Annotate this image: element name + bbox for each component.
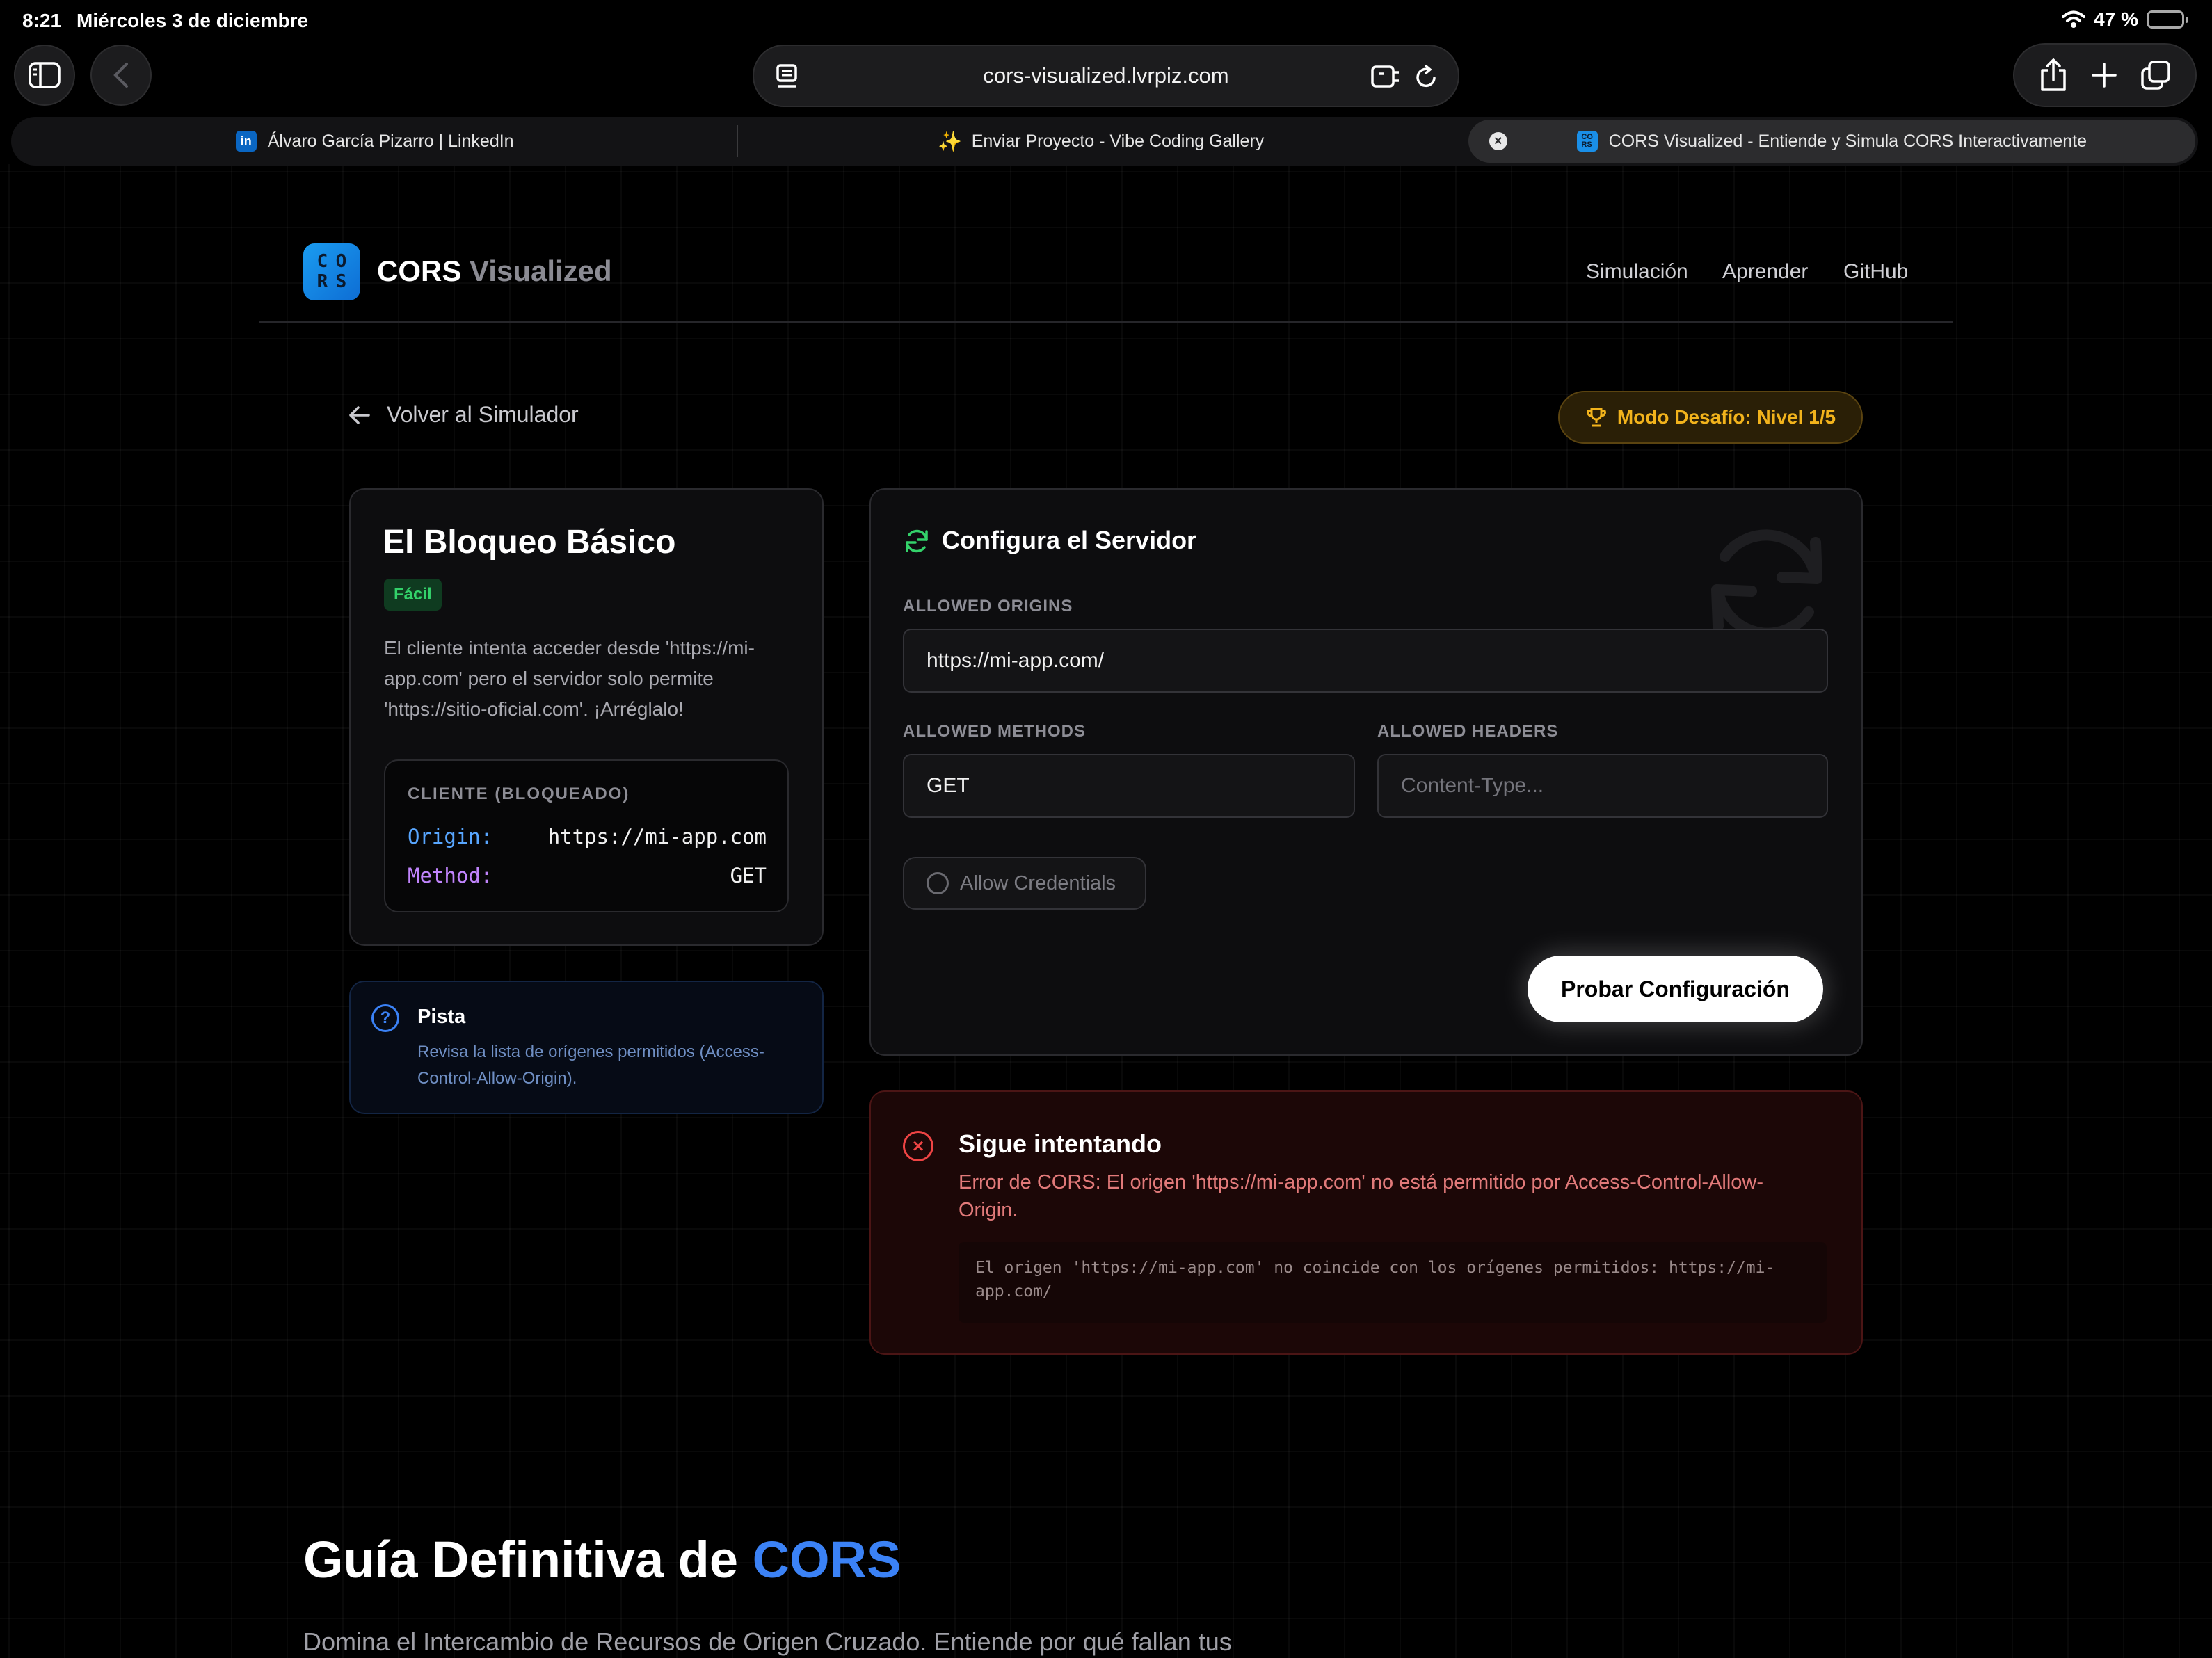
guide-title-main: Guía Definitiva de: [303, 1531, 739, 1588]
tab-label: CORS Visualized - Entiende y Simula CORS…: [1608, 131, 2087, 151]
tab-bar: in Álvaro García Pizarro | LinkedIn ✨ En…: [11, 117, 2198, 166]
radio-unchecked-icon: [927, 872, 949, 894]
reload-icon[interactable]: [1413, 64, 1438, 90]
chevron-left-icon: [113, 63, 128, 88]
page-menu-icon[interactable]: [775, 63, 800, 90]
logo-letter: R: [316, 271, 328, 292]
arrow-left-icon: [349, 405, 370, 424]
allow-credentials-toggle[interactable]: Allow Credentials: [903, 857, 1146, 910]
brand-main: CORS: [377, 255, 462, 287]
url-text: cors-visualized.lvrpiz.com: [983, 63, 1229, 88]
difficulty-badge: Fácil: [384, 579, 442, 611]
nav-simulacion[interactable]: Simulación: [1586, 260, 1688, 284]
allowed-methods-label: ALLOWED METHODS: [903, 722, 1086, 741]
allowed-origins-input[interactable]: https://mi-app.com/: [903, 629, 1828, 693]
error-title: Sigue intentando: [959, 1129, 1162, 1158]
logo-letter: O: [335, 251, 347, 272]
nav-github[interactable]: GitHub: [1843, 260, 1908, 284]
tab-cors-visualized[interactable]: × CO RS CORS Visualized - Entiende y Simu…: [1468, 120, 2195, 163]
extension-icon[interactable]: [1370, 64, 1401, 90]
error-x-icon: ×: [903, 1131, 933, 1161]
trophy-icon: [1586, 408, 1606, 427]
battery-icon: [2147, 10, 2188, 29]
challenge-label: Modo Desafío: Nivel 1/5: [1617, 406, 1836, 428]
close-tab-icon[interactable]: ×: [1489, 132, 1507, 150]
allowed-origins-label: ALLOWED ORIGINS: [903, 597, 1073, 615]
cors-favicon: CO RS: [1576, 131, 1598, 152]
method-key: Method:: [408, 864, 493, 887]
allowed-headers-input[interactable]: Content-Type...: [1377, 754, 1828, 818]
hint-text: Revisa la lista de orígenes permitidos (…: [417, 1043, 764, 1088]
question-icon: ?: [371, 1004, 399, 1032]
allowed-headers-label: ALLOWED HEADERS: [1377, 722, 1559, 741]
new-tab-icon[interactable]: [2090, 61, 2118, 89]
brand-muted: Visualized: [470, 255, 612, 287]
guide-title-accent: CORS: [752, 1531, 901, 1588]
allow-credentials-label: Allow Credentials: [960, 871, 1116, 894]
back-label: Volver al Simulador: [387, 402, 579, 427]
allowed-methods-input[interactable]: GET: [903, 754, 1355, 818]
share-icon[interactable]: [2038, 58, 2069, 92]
toolbar-right-group: [2013, 43, 2197, 107]
challenge-mode-badge: Modo Desafío: Nivel 1/5: [1558, 391, 1863, 444]
test-configuration-button[interactable]: Probar Configuración: [1528, 956, 1823, 1022]
tab-label: Álvaro García Pizarro | LinkedIn: [267, 131, 514, 151]
guide-title: Guía Definitiva de CORS: [303, 1530, 901, 1589]
tab-linkedin[interactable]: in Álvaro García Pizarro | LinkedIn: [11, 117, 739, 166]
refresh-icon: [906, 529, 928, 553]
server-config-title: Configura el Servidor: [942, 526, 1197, 554]
back-to-simulator-link[interactable]: Volver al Simulador: [348, 402, 579, 428]
brand-name[interactable]: CORS Visualized: [377, 255, 612, 288]
tabs-overview-icon[interactable]: [2140, 59, 2172, 91]
header-divider: [259, 321, 1953, 323]
sidebar-toggle-button[interactable]: [14, 45, 75, 106]
error-detail: El origen 'https://mi-app.com' no coinci…: [959, 1242, 1827, 1323]
error-message: Error de CORS: El origen 'https://mi-app…: [959, 1171, 1763, 1221]
linkedin-icon: in: [235, 131, 257, 152]
tab-label: Enviar Proyecto - Vibe Coding Gallery: [971, 131, 1265, 151]
tab-vibe-coding[interactable]: ✨ Enviar Proyecto - Vibe Coding Gallery: [738, 117, 1465, 166]
back-button[interactable]: [90, 45, 152, 106]
sidebar-icon: [29, 62, 61, 88]
sparkles-icon: ✨: [938, 130, 963, 152]
origin-key: Origin:: [408, 825, 493, 848]
logo-letter: S: [335, 271, 347, 292]
origin-value: https://mi-app.com: [547, 825, 767, 848]
logo-letter: C: [316, 251, 328, 272]
status-indicators: 47 %: [2062, 8, 2188, 31]
status-date: Miércoles 3 de diciembre: [77, 10, 309, 31]
method-value: GET: [730, 864, 767, 887]
level-description: El cliente intenta acceder desde 'https:…: [384, 637, 755, 720]
hint-title: Pista: [417, 1006, 466, 1028]
status-time: 8:21: [22, 10, 62, 31]
address-bar[interactable]: cors-visualized.lvrpiz.com: [753, 45, 1459, 107]
wifi-icon: [2062, 10, 2086, 28]
client-title: CLIENTE (BLOQUEADO): [408, 784, 630, 803]
cors-logo[interactable]: C O R S: [303, 243, 360, 300]
guide-subtitle: Domina el Intercambio de Recursos de Ori…: [303, 1627, 1232, 1656]
nav-aprender[interactable]: Aprender: [1722, 260, 1808, 284]
battery-percent: 47 %: [2094, 8, 2138, 30]
level-title: El Bloqueo Básico: [383, 524, 676, 561]
